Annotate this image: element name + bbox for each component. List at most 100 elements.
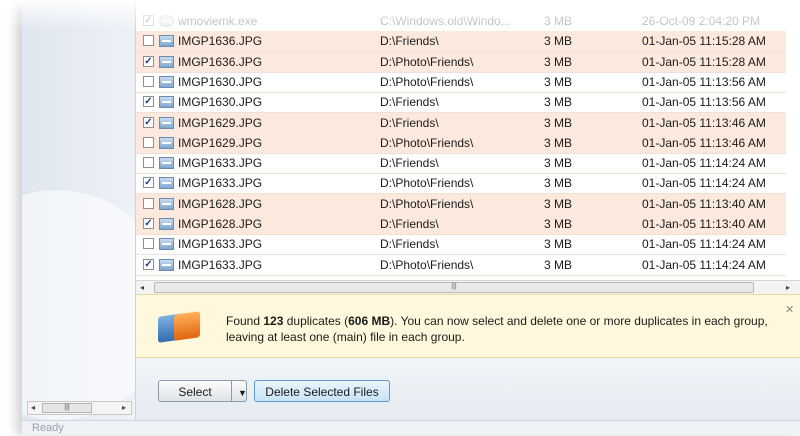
file-path: D:\Photo\Friends\	[380, 196, 474, 211]
file-name: IMGP1629.JPG	[178, 135, 263, 150]
file-size: 3 MB	[544, 135, 573, 150]
status-bar: Ready	[22, 420, 800, 435]
table-row[interactable]: ✓ IMGP1629.JPG D:\Friends\ 3 MB 01-Jan-05 11…	[136, 112, 786, 134]
scroll-left-arrow-icon[interactable]: ◂	[140, 283, 144, 292]
file-name: IMGP1633.JPG	[178, 176, 263, 191]
file-name: IMGP1628.JPG	[178, 217, 263, 231]
table-row[interactable]: IMGP1633.JPG D:\Friends\ 3 MB 01-Jan-05 11:…	[136, 153, 786, 175]
file-date: 01-Jan-05 11:15:28 AM	[642, 34, 766, 49]
file-date: 01-Jan-05 11:13:46 AM	[642, 135, 766, 150]
image-file-icon	[159, 197, 174, 210]
file-name: IMGP1636.JPG	[178, 54, 263, 69]
row-checkbox[interactable]	[143, 136, 154, 148]
row-checkbox[interactable]	[143, 157, 154, 169]
image-file-icon	[159, 177, 174, 190]
close-icon[interactable]: ✕	[785, 303, 794, 316]
file-size: 3 MB	[544, 14, 573, 28]
file-name: IMGP1630.JPG	[178, 74, 263, 89]
table-row[interactable]: IMGP1636.JPG D:\Friends\ 3 MB 01-Jan-05 11:…	[136, 31, 786, 53]
file-path: D:\Friends\	[380, 34, 439, 49]
file-size: 3 MB	[544, 217, 573, 231]
file-size: 3 MB	[544, 74, 573, 89]
file-path: D:\Friends\	[380, 95, 439, 110]
file-path: D:\Photo\Friends\	[380, 54, 474, 69]
sidebar-decoration	[22, 190, 135, 420]
sidebar-horizontal-scrollbar[interactable]: ◂ ||| ▸	[27, 401, 132, 415]
scroll-right-arrow-icon[interactable]: ▸	[786, 283, 790, 292]
sidebar-panel: ◂ ||| ▸	[22, 0, 136, 420]
info-text-prefix: Found	[226, 314, 264, 328]
image-file-icon	[159, 218, 174, 230]
duplicate-size: 606 MB	[348, 314, 391, 328]
file-size: 3 MB	[544, 34, 573, 49]
delete-selected-files-button[interactable]: Delete Selected Files	[254, 380, 390, 402]
file-size: 3 MB	[544, 115, 573, 130]
file-date: 01-Jan-05 11:14:24 AM	[642, 176, 766, 191]
table-row[interactable]: ✓ IMGP1628.JPG D:\Friends\ 3 MB 01-Jan-05 11…	[136, 214, 786, 235]
table-row[interactable]: IMGP1630.JPG D:\Photo\Friends\ 3 MB 01-Jan-…	[136, 72, 786, 93]
file-date: 01-Jan-05 11:13:40 AM	[642, 196, 766, 211]
select-dropdown-button[interactable]: ▼	[231, 380, 247, 402]
row-checkbox[interactable]	[143, 75, 154, 87]
row-checkbox[interactable]	[143, 35, 154, 47]
select-button[interactable]: Select	[158, 380, 232, 402]
file-name: IMGP1633.JPG	[178, 237, 263, 252]
action-bar: Select ▼ Delete Selected Files	[136, 358, 800, 420]
duplicate-files-icon	[158, 311, 202, 343]
row-checkbox[interactable]: ✓	[143, 96, 154, 108]
info-text-middle: duplicates (	[283, 314, 349, 328]
image-file-icon	[159, 258, 174, 271]
file-path: D:\Photo\Friends\	[380, 257, 474, 272]
row-checkbox[interactable]: ✓	[143, 55, 154, 67]
image-file-icon	[159, 157, 174, 170]
file-date: 01-Jan-05 11:13:56 AM	[642, 95, 766, 110]
row-checkbox[interactable]: ✓	[143, 218, 154, 229]
sidebar-scroll-thumb[interactable]: |||	[42, 403, 92, 413]
chevron-down-icon: ▼	[238, 388, 247, 398]
image-file-icon	[159, 55, 174, 68]
app-window: ◂ ||| ▸ ✓ wmoviemk.exe C:\Windows.old\Wind…	[22, 0, 800, 435]
image-file-icon	[159, 96, 174, 109]
duplicate-file-list: ✓ wmoviemk.exe C:\Windows.old\Windo... 3 MB…	[136, 0, 800, 292]
file-date: 01-Jan-05 11:13:56 AM	[642, 74, 766, 89]
row-checkbox[interactable]: ✓	[143, 116, 154, 128]
file-path: D:\Friends\	[380, 217, 439, 231]
file-size: 3 MB	[544, 176, 573, 191]
file-name: IMGP1629.JPG	[178, 115, 263, 130]
table-row[interactable]: ✓ IMGP1630.JPG D:\Friends\ 3 MB 01-Jan-05 11…	[136, 92, 786, 114]
image-file-icon	[159, 116, 174, 129]
file-size: 3 MB	[544, 156, 573, 171]
file-name: IMGP1636.JPG	[178, 34, 263, 49]
list-horizontal-scrollbar[interactable]: ◂ ||| ▸	[136, 280, 800, 294]
row-checkbox[interactable]	[143, 197, 154, 209]
duplicate-count: 123	[263, 314, 284, 328]
file-date: 01-Jan-05 11:14:24 AM	[642, 257, 766, 272]
file-date: 01-Jan-05 11:15:28 AM	[642, 54, 766, 69]
scroll-right-arrow-icon[interactable]: ▸	[122, 403, 126, 412]
scroll-left-arrow-icon[interactable]: ◂	[31, 403, 35, 412]
table-row[interactable]: ✓ IMGP1633.JPG D:\Photo\Friends\ 3 MB 01-Jan…	[136, 173, 786, 195]
image-file-icon	[159, 35, 174, 48]
row-checkbox[interactable]: ✓	[143, 15, 154, 26]
table-row[interactable]: IMGP1633.JPG D:\Friends\ 3 MB 01-Jan-05 11:…	[136, 234, 786, 256]
row-checkbox[interactable]: ✓	[143, 258, 154, 270]
table-row[interactable]: ✓ IMGP1633.JPG D:\Photo\Friends\ 3 MB 01-Jan…	[136, 255, 786, 276]
row-checkbox[interactable]: ✓	[143, 177, 154, 189]
file-path: D:\Friends\	[380, 115, 439, 130]
file-path: D:\Photo\Friends\	[380, 74, 474, 89]
file-size: 3 MB	[544, 257, 573, 272]
file-name: IMGP1633.JPG	[178, 156, 263, 171]
table-row[interactable]: IMGP1628.JPG D:\Photo\Friends\ 3 MB 01-Jan-…	[136, 193, 786, 215]
table-row[interactable]: ✓ IMGP1636.JPG D:\Photo\Friends\ 3 MB 01-Jan…	[136, 51, 786, 73]
file-date: 01-Jan-05 11:14:24 AM	[642, 237, 766, 252]
table-row[interactable]: ✓ wmoviemk.exe C:\Windows.old\Windo... 3 MB…	[136, 11, 786, 32]
info-bar: Found 123 duplicates (606 MB). You can n…	[136, 294, 800, 358]
info-message: Found 123 duplicates (606 MB). You can n…	[226, 313, 771, 345]
file-size: 3 MB	[544, 237, 573, 252]
image-file-icon	[159, 238, 174, 251]
row-checkbox[interactable]	[143, 238, 154, 250]
horizontal-scroll-thumb[interactable]: |||	[154, 282, 754, 293]
table-row[interactable]: IMGP1629.JPG D:\Photo\Friends\ 3 MB 01-Jan-…	[136, 132, 786, 154]
file-path: D:\Friends\	[380, 156, 439, 171]
file-path: D:\Photo\Friends\	[380, 176, 474, 191]
